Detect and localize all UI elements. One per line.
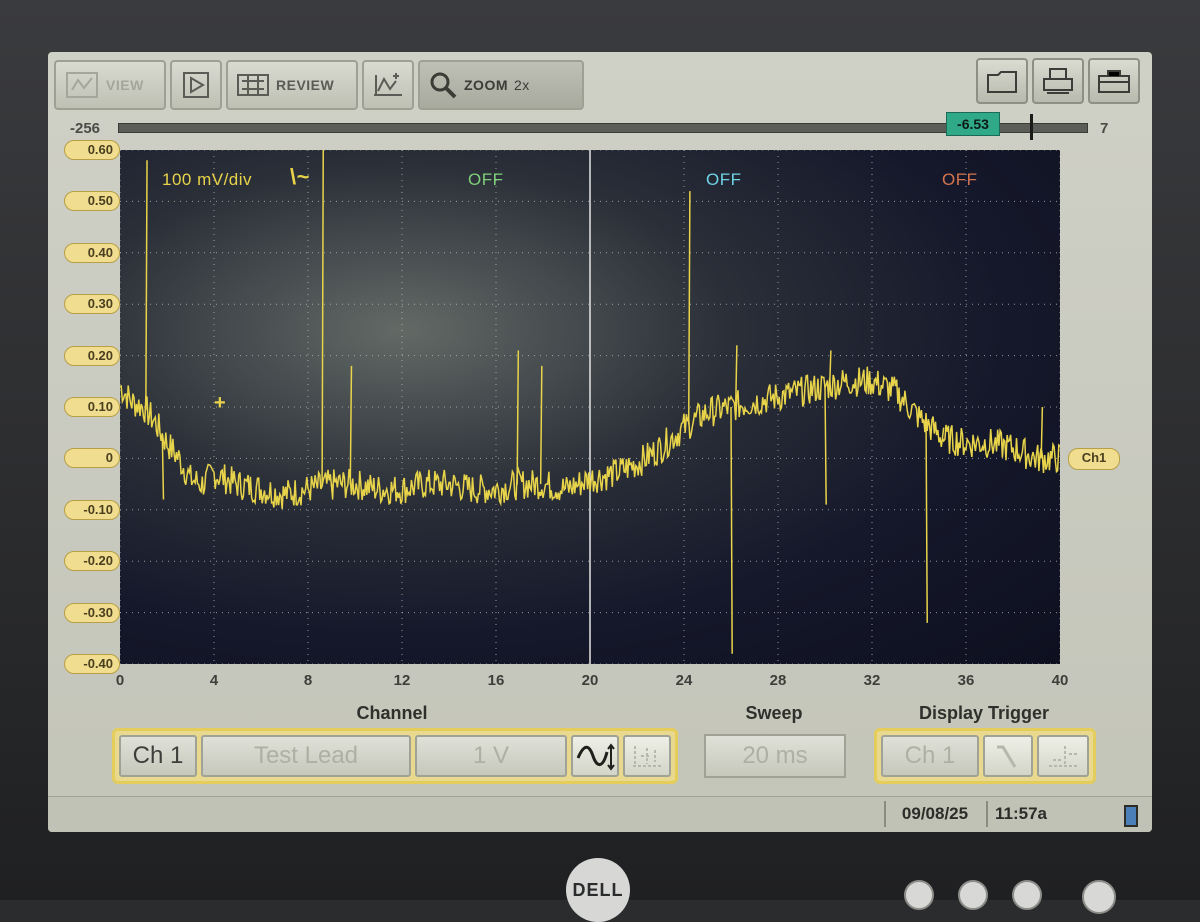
brand-logo: DELL xyxy=(566,858,630,922)
trigger-panel: Ch 1 xyxy=(874,728,1096,784)
falling-edge-icon xyxy=(997,745,1017,768)
view-icon xyxy=(66,72,98,98)
y-tick-label: 0.40 xyxy=(64,242,120,263)
x-tick-label: 8 xyxy=(303,672,313,689)
zoom-label: ZOOM xyxy=(464,77,508,93)
sweep-section-title: Sweep xyxy=(745,703,803,723)
toolbox-icon xyxy=(1098,70,1130,93)
waveform-cursor-icon xyxy=(374,73,402,96)
time-scrollbar[interactable] xyxy=(118,123,1088,133)
cursor-tool-button[interactable] xyxy=(362,60,414,110)
y-tick-label: 0.60 xyxy=(64,140,120,160)
monitor-button-2[interactable] xyxy=(958,880,988,910)
ac-coupling-icon xyxy=(576,743,615,771)
scroll-position-readout: -6.53 xyxy=(946,112,1000,136)
y-tick-label: 0.30 xyxy=(64,294,120,315)
channel-options-button[interactable] xyxy=(623,735,671,777)
waveform-spike xyxy=(321,150,324,487)
magnifier-icon xyxy=(430,72,457,99)
waveform-spike xyxy=(730,406,733,654)
coupling-button[interactable] xyxy=(571,735,619,777)
review-label: REVIEW xyxy=(276,77,335,93)
channel-panel: Ch 1 Test Lead 1 V xyxy=(112,728,678,784)
folder-button[interactable] xyxy=(976,58,1028,104)
power-button[interactable] xyxy=(1082,880,1116,914)
trigger-slope-button[interactable] xyxy=(983,735,1033,777)
waveform-spike xyxy=(828,350,832,386)
y-tick-label: -0.30 xyxy=(64,602,120,623)
waveform-spike xyxy=(941,427,945,438)
scope-screen: VIEW REVIEW ZOOM 2x -256 -6.53 7 0.60 0.5… xyxy=(48,52,1152,832)
x-tick-label: 32 xyxy=(863,672,881,689)
waveform-spike xyxy=(687,191,691,425)
battery-icon xyxy=(1124,805,1138,827)
print-button[interactable] xyxy=(1032,58,1084,104)
waveform-spike xyxy=(145,160,148,411)
monitor-button-1[interactable] xyxy=(904,880,934,910)
waveform-spike xyxy=(539,365,543,485)
probe-select[interactable]: Test Lead xyxy=(201,735,411,777)
trigger-section-title: Display Trigger xyxy=(918,703,1050,723)
y-tick-label: 0.50 xyxy=(64,191,120,212)
y-tick-label: -0.10 xyxy=(64,499,120,520)
waveform-spike xyxy=(516,350,520,485)
volts-per-div-label: 100 mV/div xyxy=(162,170,253,189)
trigger-source-select[interactable]: Ch 1 xyxy=(881,735,979,777)
monitor-button-3[interactable] xyxy=(1012,880,1042,910)
x-tick-label: 4 xyxy=(209,672,219,689)
x-tick-label: 36 xyxy=(957,672,975,689)
x-tick-label: 16 xyxy=(487,672,505,689)
channel-4-state: OFF xyxy=(942,170,978,189)
toolbox-button[interactable] xyxy=(1088,58,1140,104)
x-tick-label: 12 xyxy=(393,672,411,689)
x-tick-label: 28 xyxy=(769,672,787,689)
scroll-max-label: 7 xyxy=(1100,120,1109,137)
channel-select[interactable]: Ch 1 xyxy=(119,735,197,777)
waveform-spike xyxy=(824,386,827,505)
channel-2-state: OFF xyxy=(468,170,504,189)
x-tick-label: 40 xyxy=(1051,672,1069,689)
status-date: 09/08/25 xyxy=(884,801,984,827)
range-select[interactable]: 1 V xyxy=(415,735,567,777)
folder-icon xyxy=(987,71,1017,93)
status-bar: 09/08/25 11:57a xyxy=(48,796,1152,832)
y-tick-label: -0.20 xyxy=(64,551,120,572)
cursor-marker: + xyxy=(214,392,227,414)
channel-3-state: OFF xyxy=(706,170,742,189)
x-tick-label: 24 xyxy=(675,672,693,689)
trigger-slope-icon: \~ xyxy=(290,164,310,189)
zoom-button[interactable]: ZOOM 2x xyxy=(418,60,584,110)
status-time: 11:57a xyxy=(986,801,1054,827)
y-tick-label: 0.10 xyxy=(64,397,120,417)
sweep-select[interactable]: 20 ms xyxy=(704,734,846,778)
waveform-spike xyxy=(925,423,928,623)
y-tick-label: -0.40 xyxy=(64,654,120,674)
channel-section-title: Channel xyxy=(356,703,428,723)
zoom-level: 2x xyxy=(514,77,530,93)
y-tick-label: 0.20 xyxy=(64,345,120,366)
waveform-plot[interactable]: 100 mV/div \~ OFF OFF OFF + xyxy=(120,150,1060,664)
ch1-level-marker[interactable]: Ch1 xyxy=(1068,448,1120,471)
waveform-area: 0.60 0.50 0.40 0.30 0.20 0.10 0 -0.10 -0.20 -0.30… xyxy=(58,140,1148,704)
options-icon xyxy=(633,746,661,767)
y-tick-label: 0 xyxy=(64,448,120,469)
view-button[interactable]: VIEW xyxy=(54,60,166,110)
view-label: VIEW xyxy=(106,77,144,93)
play-icon xyxy=(183,72,209,98)
play-button[interactable] xyxy=(170,60,222,110)
scroll-thumb[interactable] xyxy=(1030,114,1033,140)
trigger-options-icon xyxy=(1049,746,1077,767)
waveform-svg xyxy=(120,150,1060,664)
brand-text: DELL xyxy=(572,880,624,900)
scroll-min-label: -256 xyxy=(70,120,101,137)
x-tick-label: 0 xyxy=(115,672,125,689)
review-icon xyxy=(237,74,269,96)
trigger-options-button[interactable] xyxy=(1037,735,1089,777)
printer-icon xyxy=(1043,68,1073,94)
x-tick-label: 20 xyxy=(581,672,599,689)
review-button[interactable]: REVIEW xyxy=(226,60,358,110)
waveform-spike xyxy=(349,365,353,485)
